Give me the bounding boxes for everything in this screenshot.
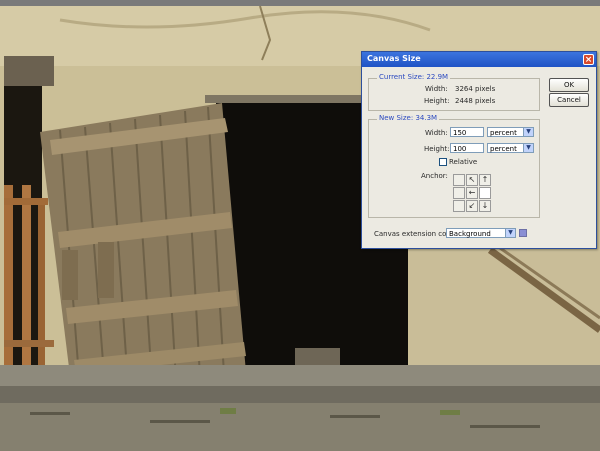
relative-label: Relative [449,158,478,166]
new-size-title: New Size: 34.3M [377,114,440,122]
width-unit-value: percent [490,129,517,137]
close-icon[interactable]: × [583,54,594,65]
new-height-label: Height: [424,145,450,153]
anchor-middle-left[interactable] [453,187,465,199]
current-height-value: 2448 pixels [455,97,496,105]
new-width-label: Width: [425,129,448,137]
current-size-group: Current Size: 22.9M Width: 3264 pixels H… [368,73,540,111]
chevron-down-icon[interactable]: ▼ [523,128,533,136]
chevron-down-icon[interactable]: ▼ [523,144,533,152]
new-size-group: New Size: 34.3M Width: 150 percent ▼ Hei… [368,114,540,218]
anchor-arrow-left-icon[interactable]: ← [466,187,478,199]
extension-color-value: Background [449,230,491,238]
width-input[interactable]: 150 [450,127,484,137]
chevron-down-icon[interactable]: ▼ [505,229,515,237]
extension-color-swatch[interactable] [519,229,527,237]
canvas-size-dialog: Canvas Size × Current Size: 22.9M Width:… [361,51,597,249]
anchor-arrow-up-icon[interactable]: ↑ [479,174,491,186]
width-unit-select[interactable]: percent ▼ [487,127,534,137]
anchor-label: Anchor: [421,172,448,180]
anchor-bottom-left[interactable] [453,200,465,212]
current-width-label: Width: [425,85,448,93]
current-height-label: Height: [424,97,450,105]
anchor-center[interactable] [479,187,491,199]
anchor-arrow-down-icon[interactable]: ↓ [479,200,491,212]
dialog-title: Canvas Size [367,54,421,63]
ok-button[interactable]: OK [549,78,589,92]
height-input[interactable]: 100 [450,143,484,153]
anchor-top-left[interactable] [453,174,465,186]
anchor-arrow-down-left-icon[interactable]: ↙ [466,200,478,212]
height-unit-select[interactable]: percent ▼ [487,143,534,153]
relative-checkbox[interactable] [439,158,447,166]
height-unit-value: percent [490,145,517,153]
anchor-arrow-up-left-icon[interactable]: ↖ [466,174,478,186]
extension-color-select[interactable]: Background ▼ [446,228,516,238]
dialog-titlebar[interactable]: Canvas Size × [362,52,596,67]
current-width-value: 3264 pixels [455,85,496,93]
current-size-title: Current Size: 22.9M [377,73,451,81]
cancel-button[interactable]: Cancel [549,93,589,107]
